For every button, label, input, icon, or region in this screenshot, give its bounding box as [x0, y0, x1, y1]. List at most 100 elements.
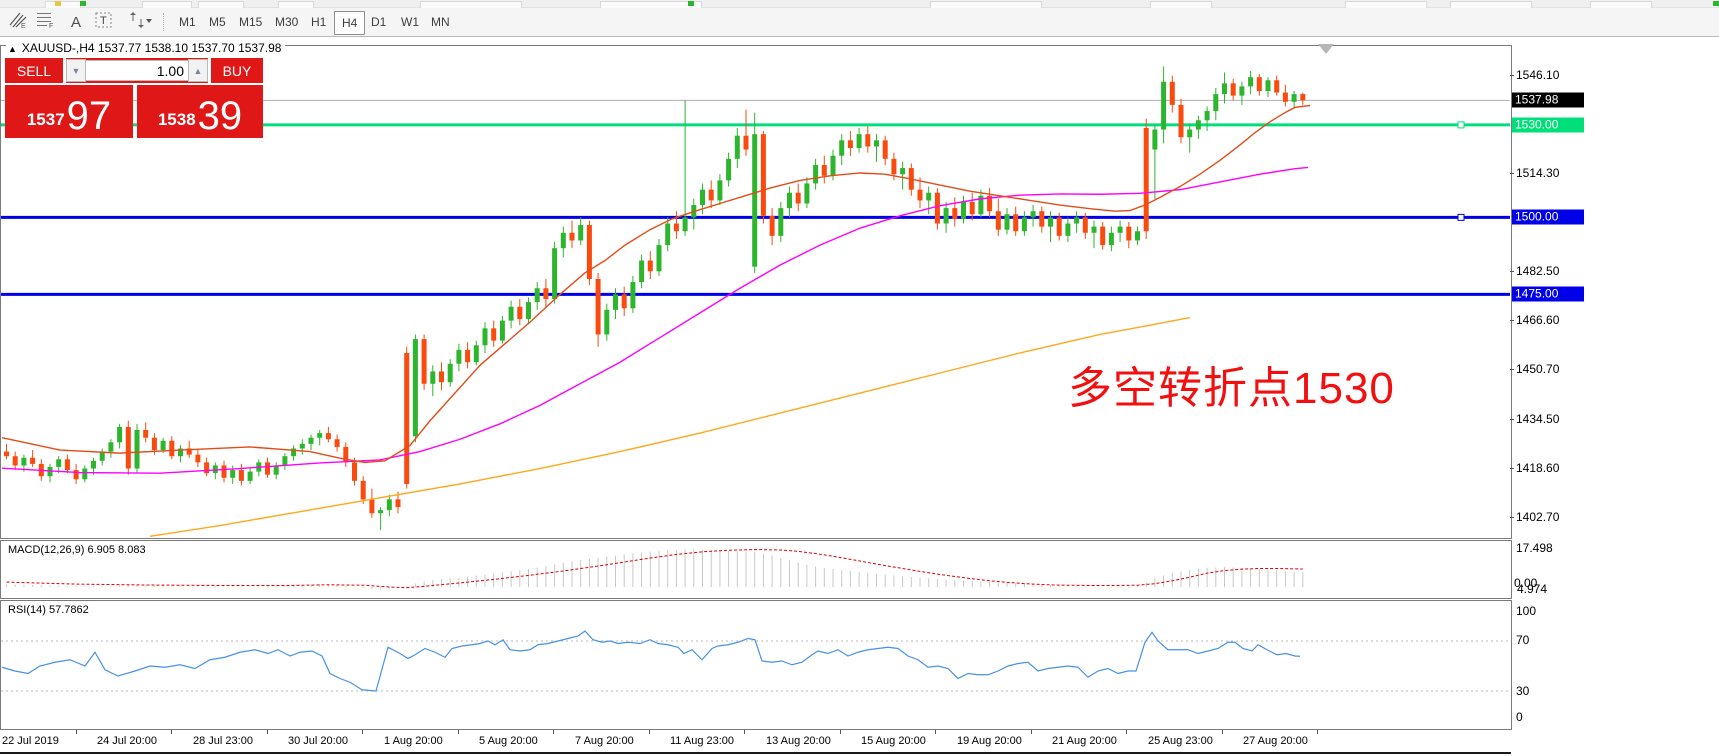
candle-body-down: [795, 192, 801, 204]
hline-handle: [1457, 121, 1465, 129]
candle-body-down: [969, 201, 975, 215]
x-axis-label: 7 Aug 20:00: [575, 735, 634, 747]
rsi-label: RSI(14) 57.7862: [6, 604, 91, 616]
price-tick-mark: [1510, 517, 1514, 518]
buy-button[interactable]: BUY: [211, 58, 263, 83]
candle-body-down: [1282, 92, 1288, 102]
chart-shift-marker-icon[interactable]: [1318, 44, 1334, 54]
collapse-arrow-icon[interactable]: ▲: [8, 44, 17, 54]
candle-body-up: [1195, 120, 1201, 130]
candle-body-down: [569, 232, 575, 241]
price-tick-label: 1546.10: [1516, 68, 1560, 82]
x-axis-tick: [1126, 730, 1127, 734]
candle-body-up: [1074, 217, 1080, 224]
candle-body-up: [813, 164, 819, 184]
candle-body-down: [1169, 81, 1175, 105]
candle-body-down: [1013, 214, 1019, 232]
ma-mid-magenta: [1, 166, 1309, 474]
candle-body-up: [134, 430, 140, 469]
candle-body-down: [395, 499, 401, 508]
x-axis-tick: [935, 730, 936, 734]
sell-price-small: 1537: [26, 110, 65, 129]
candle-body-down: [1300, 94, 1306, 101]
sell-button[interactable]: SELL: [5, 58, 63, 83]
candle-body-down: [30, 457, 36, 464]
x-axis-label: 24 Jul 20:00: [97, 735, 157, 747]
macd-axis-bottom: 4.974: [1517, 582, 1548, 596]
candle-body-down: [421, 339, 427, 384]
candle-body-down: [221, 465, 227, 478]
candle-body-down: [151, 437, 157, 451]
candle-body-down: [847, 140, 853, 149]
candle-body-down: [1100, 226, 1106, 246]
candle-body-up: [1204, 111, 1210, 121]
candle-body-down: [369, 499, 375, 514]
candle-body-up: [230, 470, 236, 478]
candle-body-up: [447, 363, 453, 383]
volume-decrease-button[interactable]: ▼: [66, 59, 86, 82]
candle-body-up: [1004, 214, 1010, 230]
price-tick-label: 1402.70: [1516, 510, 1560, 524]
candle-body-up: [717, 180, 723, 201]
volume-control: ▼ ▲: [66, 58, 208, 83]
candle-body-up: [856, 134, 862, 149]
volume-input[interactable]: [86, 60, 188, 81]
buy-price-display[interactable]: 1538 39: [137, 85, 263, 138]
rsi-axis-label: 70: [1516, 633, 1530, 647]
x-axis-label: 22 Jul 2019: [2, 735, 59, 747]
candle-body-up: [560, 232, 566, 249]
price-badge-1475-00: 1475.00: [1512, 286, 1584, 302]
candle-body-down: [439, 371, 444, 383]
candle-body-down: [334, 439, 340, 447]
rsi-axis-label: 30: [1516, 684, 1530, 698]
candle-body-up: [482, 328, 488, 346]
price-tick-label: 1482.50: [1516, 264, 1560, 278]
candle-body-down: [404, 352, 410, 484]
macd-label: MACD(12,26,9) 6.905 8.083: [6, 544, 148, 556]
x-axis-label: 11 Aug 23:00: [670, 735, 735, 747]
candle-body-down: [917, 189, 923, 201]
x-axis-label: 15 Aug 20:00: [861, 735, 926, 747]
candle-body-up: [874, 140, 879, 147]
price-tick-label: 1418.60: [1516, 461, 1560, 475]
rsi-line: [1, 630, 1301, 692]
volume-increase-button[interactable]: ▲: [188, 59, 208, 82]
candle-body-down: [73, 470, 79, 480]
candle-body-up: [386, 499, 392, 511]
ohlc-text: XAUUSD-,H4 1537.77 1538.10 1537.70 1537.…: [21, 41, 282, 55]
hline-handle: [1457, 213, 1465, 221]
candle-body-down: [265, 462, 270, 475]
candle-body-up: [534, 288, 540, 303]
price-tick-mark: [1510, 320, 1514, 321]
x-axis-tick: [840, 730, 841, 734]
candle-body-up: [1248, 77, 1254, 87]
candle-body-down: [865, 134, 871, 147]
candle-body-up: [1152, 129, 1158, 150]
price-tick-mark: [1510, 419, 1514, 420]
candle-body-up: [830, 155, 836, 176]
candle-body-down: [64, 459, 70, 471]
candle-body-down: [673, 223, 679, 232]
buy-price-big: 39: [197, 94, 243, 138]
x-axis-tick: [744, 730, 745, 734]
candle-body-down: [882, 140, 888, 159]
candle-body-down: [238, 470, 244, 481]
candle-body-down: [1230, 83, 1236, 96]
price-tick-mark: [1510, 75, 1514, 76]
candle-body-up: [299, 443, 305, 449]
candle-body-down: [4, 451, 9, 457]
candle-body-down: [1274, 80, 1280, 93]
one-click-trading-panel: SELL ▼ ▲ BUY 1537 97 1538 39: [5, 58, 263, 138]
candle-body-down: [195, 454, 201, 463]
candle-body-down: [595, 279, 601, 335]
candle-body-up: [247, 471, 253, 481]
x-axis-label: 5 Aug 20:00: [479, 735, 538, 747]
candle-body-up: [473, 345, 479, 363]
sell-price-display[interactable]: 1537 97: [5, 85, 133, 138]
candle-body-up: [1135, 231, 1140, 241]
candle-body-up: [456, 349, 462, 364]
candle-body-up: [1265, 80, 1271, 92]
candle-body-down: [760, 134, 766, 216]
x-axis-label: 28 Jul 23:00: [193, 735, 253, 747]
candle-body-down: [891, 158, 897, 175]
